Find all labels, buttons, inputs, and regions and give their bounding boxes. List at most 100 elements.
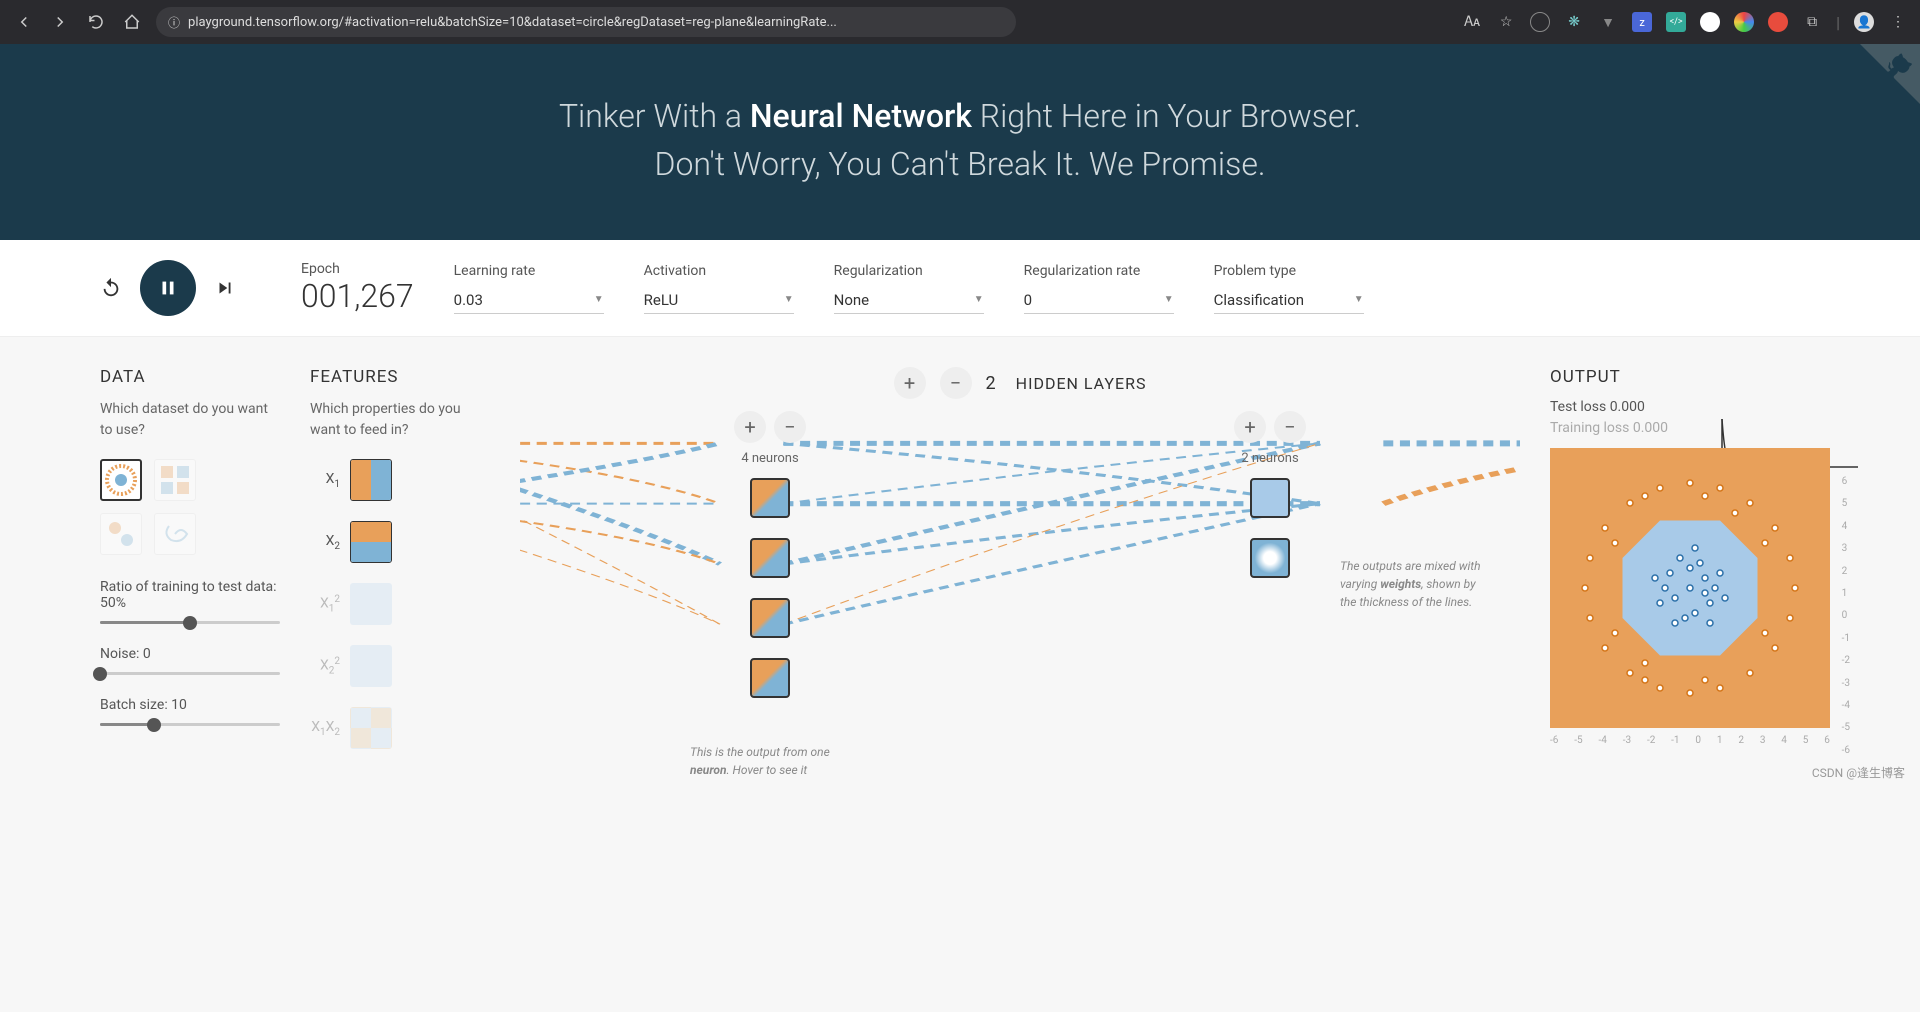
ext-icon-3[interactable]: ▼ [1598,12,1618,32]
ext-icon-6[interactable] [1700,12,1720,32]
star-icon[interactable]: ☆ [1496,12,1516,32]
ext-icon-7[interactable] [1734,12,1754,32]
site-info-icon: ⓘ [168,14,180,31]
hidden-layers-column: + − 2 HIDDEN LAYERS [520,367,1520,769]
ratio-slider[interactable] [100,621,280,624]
neuron-1-2[interactable] [750,538,790,578]
chevron-down-icon: ▼ [1164,294,1174,305]
main-content: DATA Which dataset do you want to use? R… [0,337,1920,789]
neuron-1-4[interactable] [750,658,790,698]
extensions-icon[interactable]: ⧉ [1802,12,1822,32]
remove-neuron-1[interactable]: − [774,411,806,443]
epoch-label: Epoch [301,261,414,277]
ext-icon-2[interactable]: ❋ [1564,12,1584,32]
output-column: OUTPUT Test loss 0.000 Training loss 0.0… [1550,367,1860,769]
problem-type-label: Problem type [1214,263,1364,279]
back-button[interactable] [12,10,36,34]
feature-x1[interactable] [350,459,392,501]
hero-banner: Tinker With a Neural Network Right Here … [0,44,1920,240]
profile-icon[interactable]: 👤 [1854,12,1874,32]
feature-x1sq[interactable] [350,583,392,625]
feature-label-x2: X2 [310,533,340,552]
browser-chrome: ⓘ playground.tensorflow.org/#activation=… [0,0,1920,44]
neuron-2-2[interactable] [1250,538,1290,578]
play-pause-button[interactable] [140,260,196,316]
features-title: FEATURES [310,367,490,387]
ext-icon-8[interactable] [1768,12,1788,32]
layer2-label: 2 neurons [1241,451,1298,466]
activation-select[interactable]: ReLU▼ [644,287,794,314]
test-loss: Test loss 0.000 [1550,399,1860,415]
home-button[interactable] [120,10,144,34]
data-title: DATA [100,367,280,387]
url-bar[interactable]: ⓘ playground.tensorflow.org/#activation=… [156,7,1016,37]
regularization-select[interactable]: None▼ [834,287,984,314]
feature-x1x2[interactable] [350,707,392,749]
translate-icon[interactable]: 🗛 [1462,12,1482,32]
hero-line2: Don't Worry, You Can't Break It. We Prom… [654,145,1265,183]
step-button[interactable] [214,277,236,299]
learning-rate-select[interactable]: 0.03▼ [454,287,604,314]
forward-button[interactable] [48,10,72,34]
layer1-label: 4 neurons [741,451,798,466]
hidden-count: 2 [986,373,996,394]
chevron-down-icon: ▼ [1354,294,1364,305]
features-column: FEATURES Which properties do you want to… [310,367,490,769]
dataset-xor[interactable] [154,459,196,501]
controls-bar: Epoch 001,267 Learning rate 0.03▼ Activa… [0,240,1920,337]
hidden-layer-1: +− 4 neurons [734,411,806,718]
batch-label: Batch size: 10 [100,697,280,713]
add-neuron-1[interactable]: + [734,411,766,443]
batch-slider[interactable] [100,723,280,726]
chevron-down-icon: ▼ [974,294,984,305]
url-text: playground.tensorflow.org/#activation=re… [188,15,837,30]
output-title: OUTPUT [1550,367,1860,387]
regularization-label: Regularization [834,263,984,279]
noise-slider[interactable] [100,672,280,675]
ratio-label: Ratio of training to test data: 50% [100,579,280,611]
feature-x2sq[interactable] [350,645,392,687]
learning-rate-label: Learning rate [454,263,604,279]
neuron-1-3[interactable] [750,598,790,638]
feature-label-x1: X1 [310,471,340,490]
reset-button[interactable] [100,277,122,299]
noise-label: Noise: 0 [100,646,280,662]
ext-icon-4[interactable]: z [1632,12,1652,32]
feature-label-x2sq: X22 [310,656,340,676]
remove-neuron-2[interactable]: − [1274,411,1306,443]
features-subtitle: Which properties do you want to feed in? [310,399,490,441]
dataset-spiral[interactable] [154,513,196,555]
hero-line1-pre: Tinker With a [559,97,750,135]
add-neuron-2[interactable]: + [1234,411,1266,443]
ext-icon-5[interactable]: </> [1666,12,1686,32]
feature-label-x1x2: X1X2 [310,719,340,738]
hero-line1-bold: Neural Network [750,97,972,135]
epoch-value: 001,267 [301,277,414,315]
remove-layer-button[interactable]: − [940,367,972,399]
reload-button[interactable] [84,10,108,34]
x-axis: -6-5-4-3-2-10123456 [1550,735,1830,746]
hero-line1-post: Right Here in Your Browser. [972,97,1361,135]
chevron-down-icon: ▼ [784,294,794,305]
hidden-layer-2: +− 2 neurons [1234,411,1306,718]
output-visualization[interactable]: -6-5-4-3-2-10123456 [1550,448,1830,728]
chevron-down-icon: ▼ [594,294,604,305]
data-subtitle: Which dataset do you want to use? [100,399,280,441]
data-column: DATA Which dataset do you want to use? R… [100,367,280,769]
menu-icon[interactable]: ⋮ [1888,12,1908,32]
github-corner[interactable] [1860,44,1920,104]
dataset-circle[interactable] [100,459,142,501]
neuron-1-1[interactable] [750,478,790,518]
y-axis: 6543210-1-2-3-4-5-6 [1842,476,1850,756]
feature-x2[interactable] [350,521,392,563]
reg-rate-select[interactable]: 0▼ [1024,287,1174,314]
reg-rate-label: Regularization rate [1024,263,1174,279]
neuron-2-1[interactable] [1250,478,1290,518]
ext-icon-1[interactable] [1530,12,1550,32]
dataset-gauss[interactable] [100,513,142,555]
hidden-title: HIDDEN LAYERS [1016,374,1147,393]
add-layer-button[interactable]: + [894,367,926,399]
data-points [1550,448,1830,728]
problem-type-select[interactable]: Classification▼ [1214,287,1364,314]
watermark: CSDN @逢生博客 [1812,764,1905,781]
